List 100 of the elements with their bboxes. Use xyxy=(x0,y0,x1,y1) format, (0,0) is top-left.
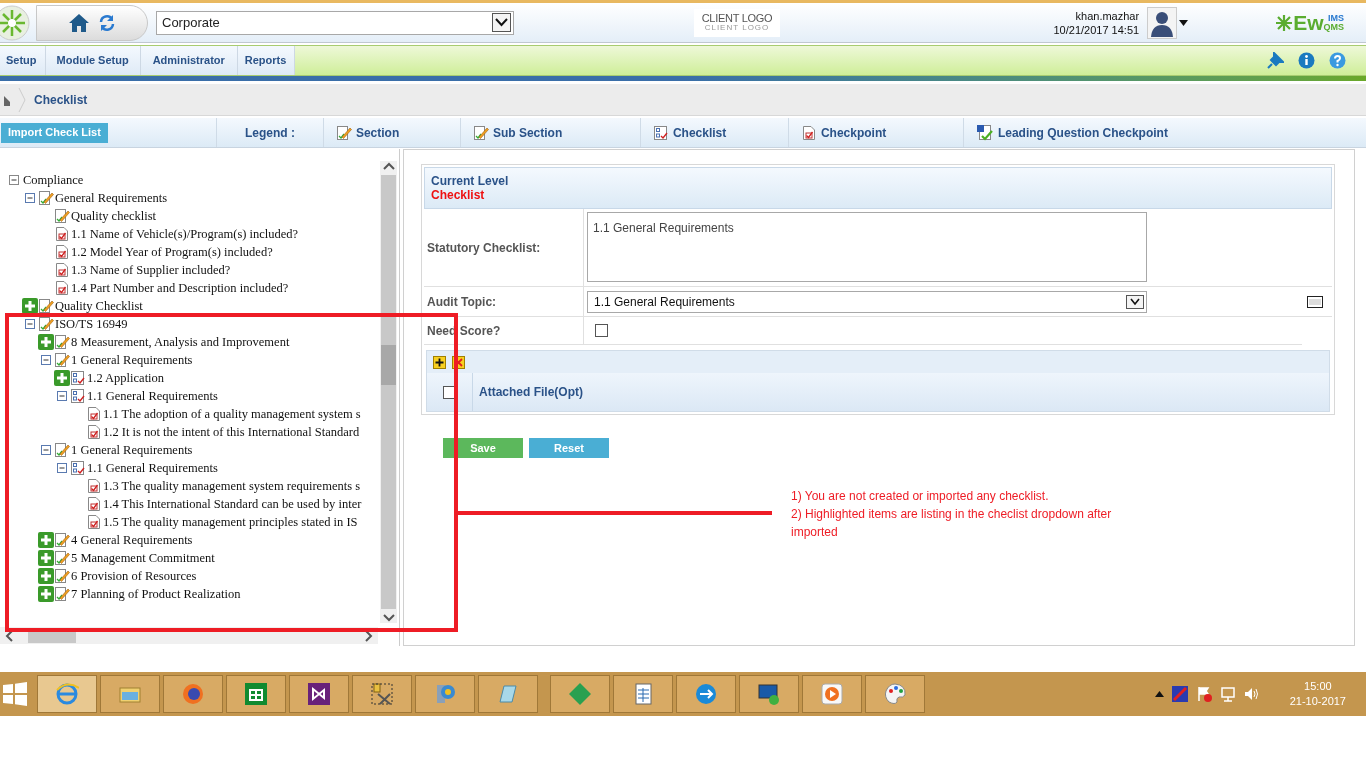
collapse-icon[interactable] xyxy=(54,388,70,404)
tree-item[interactable]: Quality checklist xyxy=(71,209,157,223)
arrows-circle-icon xyxy=(694,682,718,706)
expand-icon[interactable] xyxy=(38,550,54,566)
caret-icon[interactable] xyxy=(1179,19,1189,26)
collapse-icon[interactable] xyxy=(38,352,54,368)
taskbar-app[interactable] xyxy=(289,675,349,713)
tree-item[interactable]: 1.2 It is not the intent of this International Standard xyxy=(103,425,360,439)
checkpoint-icon xyxy=(86,514,102,530)
pencil-page-icon xyxy=(54,208,70,224)
tree-item[interactable]: 1 General Requirements xyxy=(71,443,193,457)
monitor-icon xyxy=(757,682,781,706)
tree-item[interactable]: 8 Measurement, Analysis and Improvement xyxy=(71,335,290,349)
checkpoint-icon xyxy=(86,406,102,422)
tree-item[interactable]: ISO/TS 16949 xyxy=(55,317,128,331)
need-score-checkbox[interactable] xyxy=(595,324,608,337)
menu-item[interactable]: Setup xyxy=(0,46,46,75)
tree-item[interactable]: 1.3 Name of Supplier included? xyxy=(71,263,231,277)
legend-item: Checkpoint xyxy=(820,124,887,142)
scroll-thumb[interactable] xyxy=(381,345,396,385)
tree-item[interactable]: 1 General Requirements xyxy=(71,353,193,367)
client-logo-subtext: CLIENT LOGO xyxy=(704,24,770,32)
tree-item[interactable]: 1.2 Application xyxy=(87,371,165,385)
infinity-icon xyxy=(307,682,331,706)
pin-icon[interactable] xyxy=(1267,52,1284,69)
current-level-value: Checklist xyxy=(431,188,486,202)
help-icon[interactable] xyxy=(1329,52,1346,69)
tree-item[interactable]: 1.2 Model Year of Program(s) included? xyxy=(71,245,273,259)
legend-item: Sub Section xyxy=(492,124,563,142)
checkpoint-icon xyxy=(86,424,102,440)
collapse-icon[interactable] xyxy=(22,316,38,332)
tree-item[interactable]: 1.1 Name of Vehicle(s)/Program(s) included? xyxy=(71,227,299,241)
breadcrumb-link[interactable]: Checklist xyxy=(34,90,88,109)
tree-item[interactable]: 1.4 This International Standard can be used by inter xyxy=(103,497,362,511)
tree-item[interactable]: 7 Planning of Product Realization xyxy=(71,587,241,601)
network-icon[interactable] xyxy=(1219,686,1236,702)
tree-item[interactable]: 1.5 The quality management principles stated in IS xyxy=(103,515,358,529)
collapse-icon[interactable] xyxy=(22,190,38,206)
caret-up-icon[interactable] xyxy=(1154,691,1164,697)
collapse-icon[interactable] xyxy=(38,442,54,458)
scroll-up-icon[interactable] xyxy=(382,161,395,171)
pencil-page-icon xyxy=(54,532,70,548)
windows-start-icon[interactable] xyxy=(1,680,29,708)
dropdown-caret-icon[interactable] xyxy=(492,13,511,32)
org-select[interactable]: Corporate xyxy=(156,10,514,35)
tree-item[interactable]: 5 Management Commitment xyxy=(71,551,215,565)
menu-item[interactable]: Administrator xyxy=(140,46,238,75)
checkpoint-icon xyxy=(54,262,70,278)
expand-icon[interactable] xyxy=(38,568,54,584)
tree-item[interactable]: Quality Checklist xyxy=(55,299,143,313)
speaker-icon[interactable] xyxy=(1243,686,1260,702)
scroll-down-icon[interactable] xyxy=(382,613,395,623)
annotation-note: 1) You are not created or imported any checklist. xyxy=(791,488,1050,505)
play-icon xyxy=(820,682,844,706)
vertical-scrollbar[interactable] xyxy=(380,161,397,623)
pencil-page-icon xyxy=(54,550,70,566)
add-icon[interactable] xyxy=(433,355,446,369)
checklist-icon xyxy=(70,388,86,404)
pencil-page-icon xyxy=(54,568,70,584)
expand-icon[interactable] xyxy=(38,532,54,548)
text-field-icon[interactable] xyxy=(1307,294,1323,309)
field-label: Audit Topic: xyxy=(427,293,497,311)
expand-icon[interactable] xyxy=(22,298,38,314)
taskbar-app[interactable] xyxy=(739,675,799,713)
checkpoint-icon xyxy=(86,478,102,494)
pencil-page-icon xyxy=(54,586,70,602)
tree-item[interactable]: 6 Provision of Resources xyxy=(71,569,197,583)
expand-icon[interactable] xyxy=(38,334,54,350)
taskbar-app[interactable] xyxy=(226,675,286,713)
tree-item[interactable]: 4 General Requirements xyxy=(71,533,193,547)
scroll-right-icon[interactable] xyxy=(364,629,374,642)
pencil-page-icon xyxy=(472,124,489,141)
field-label: Statutory Checklist: xyxy=(427,239,541,257)
tree-item[interactable]: 1.1 General Requirements xyxy=(87,389,218,403)
legend-item: Section xyxy=(355,124,400,142)
keyboard-icon[interactable] xyxy=(1171,686,1188,702)
collapse-icon[interactable] xyxy=(6,172,22,188)
dropdown-caret-icon[interactable] xyxy=(1126,294,1144,309)
audit-topic-select[interactable]: 1.1 General Requirements xyxy=(587,290,1147,313)
tree-item[interactable]: 1.3 The quality management system requirements s xyxy=(103,479,360,493)
tree-item[interactable]: 1.4 Part Number and Description included? xyxy=(71,281,289,295)
user-avatar-icon[interactable] xyxy=(1147,6,1178,39)
expand-icon[interactable] xyxy=(54,370,70,386)
menu-item[interactable]: Module Setup xyxy=(45,46,141,75)
flag-icon[interactable] xyxy=(1195,686,1212,702)
tree-item[interactable]: Compliance xyxy=(23,173,84,187)
statutory-checklist-textarea[interactable]: 1.1 General Requirements xyxy=(587,212,1147,282)
client-logo-text: CLIENT LOGO xyxy=(701,13,773,24)
tree-item[interactable]: 1.1 General Requirements xyxy=(87,461,218,475)
tree-item[interactable]: 1.1 The adoption of a quality management system s xyxy=(103,407,361,421)
tree-item[interactable]: General Requirements xyxy=(55,191,168,205)
expand-icon[interactable] xyxy=(38,586,54,602)
current-level-label: Current Level xyxy=(431,174,510,188)
brand-superscript: IMS xyxy=(1328,13,1344,23)
info-icon[interactable] xyxy=(1298,52,1315,69)
collapse-icon[interactable] xyxy=(54,460,70,476)
tools-icon xyxy=(370,682,394,706)
menu-item[interactable]: Reports xyxy=(237,46,296,75)
scroll-left-icon[interactable] xyxy=(4,629,14,642)
refresh-icon[interactable] xyxy=(98,13,116,32)
